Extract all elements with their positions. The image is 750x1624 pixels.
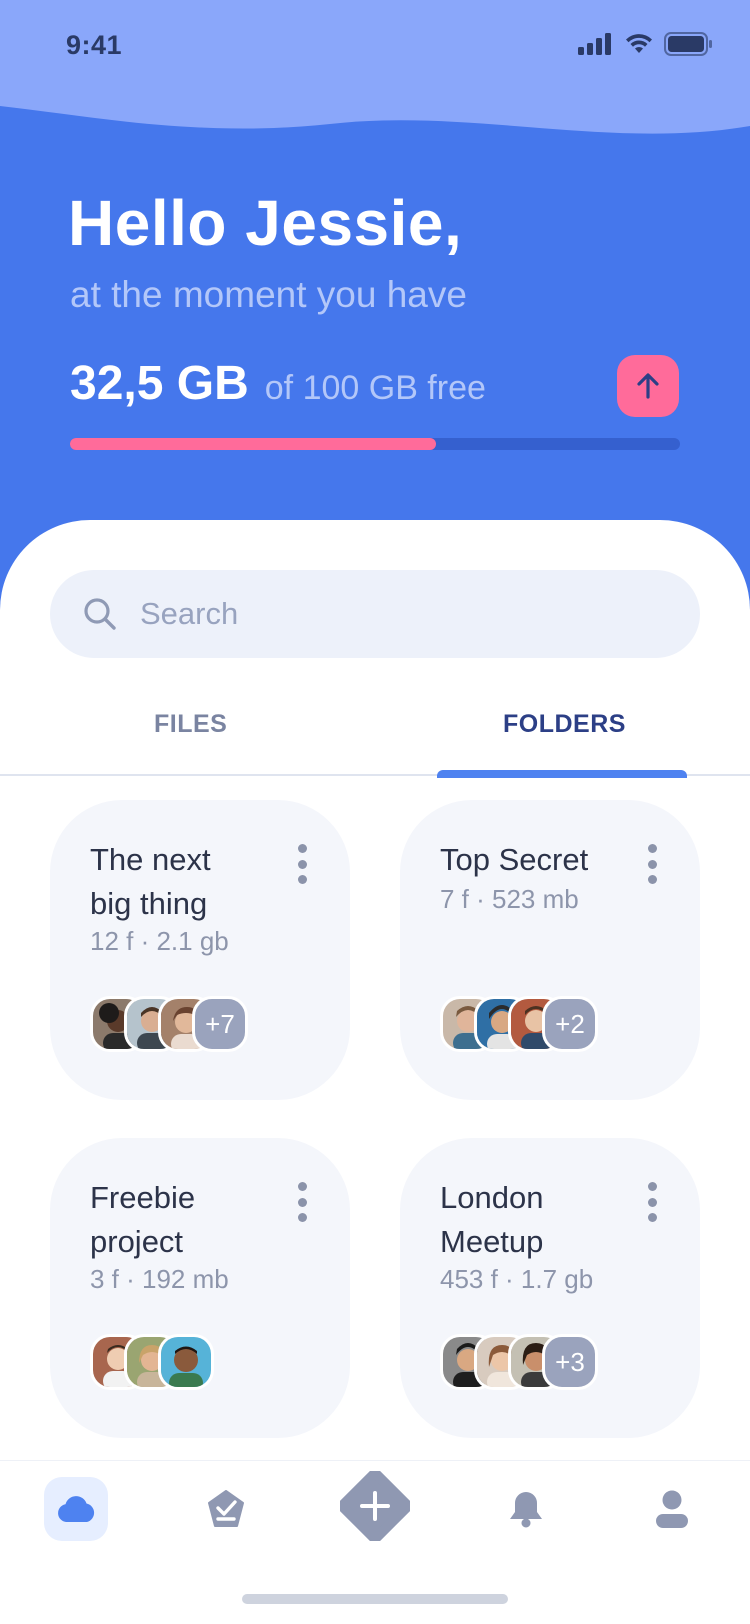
folder-card[interactable]: Freebie project 3 f · 192 mb — [50, 1138, 350, 1438]
screen: 9:41 Hello Jessie, at the moment you hav… — [0, 0, 750, 1624]
storage-progress-fill — [70, 438, 436, 450]
folder-title: Top Secret — [440, 838, 640, 882]
member-avatars: +3 — [440, 1334, 598, 1390]
status-time: 9:41 — [66, 30, 123, 60]
folder-card[interactable]: London Meetup 453 f · 1.7 gb +3 — [400, 1138, 700, 1438]
storage-used: 32,5 GB — [70, 357, 249, 410]
folder-title-line: big thing — [90, 886, 208, 921]
storage-progress-bar — [70, 438, 680, 450]
more-vertical-icon[interactable] — [296, 844, 308, 884]
more-members-badge: +3 — [542, 1334, 598, 1390]
greeting-title: Hello Jessie, — [68, 187, 463, 259]
folder-title-line: Top Secret — [440, 842, 589, 877]
content-sheet: Search FILES FOLDERS The next big thing … — [0, 520, 750, 1624]
folder-title: Freebie project — [90, 1176, 290, 1264]
search-input[interactable]: Search — [140, 596, 238, 632]
folder-title-line: Meetup — [440, 1224, 544, 1259]
arrow-up-icon — [637, 373, 659, 399]
nav-cloud[interactable] — [44, 1477, 108, 1541]
more-members-badge: +7 — [192, 996, 248, 1052]
folder-card[interactable]: Top Secret 7 f · 523 mb +2 — [400, 800, 700, 1100]
storage-summary: 32,5 GB of 100 GB free — [70, 356, 486, 411]
folder-title-line: project — [90, 1224, 184, 1259]
folder-title-line: Freebie — [90, 1180, 196, 1215]
bell-icon — [510, 1492, 542, 1528]
search-bar[interactable]: Search — [50, 570, 700, 658]
folder-meta: 7 f · 523 mb — [440, 884, 579, 914]
wifi-icon — [626, 34, 652, 53]
active-tab-indicator — [437, 770, 687, 778]
member-avatars: +7 — [90, 996, 248, 1052]
folder-card[interactable]: The next big thing 12 f · 2.1 gb +7 — [50, 800, 350, 1100]
nav-profile[interactable] — [640, 1477, 704, 1541]
cloud-icon — [58, 1496, 95, 1522]
storage-total: of 100 GB free — [264, 369, 486, 407]
plus-icon — [340, 1471, 410, 1541]
tab-files[interactable]: FILES — [154, 710, 227, 739]
folder-title: London Meetup — [440, 1176, 640, 1264]
tab-bar: FILES FOLDERS — [0, 690, 750, 778]
upload-button[interactable] — [617, 355, 679, 417]
user-icon — [656, 1490, 688, 1528]
member-avatars: +2 — [440, 996, 598, 1052]
battery-icon — [664, 32, 712, 56]
member-avatars — [90, 1334, 214, 1390]
more-vertical-icon[interactable] — [296, 1182, 308, 1222]
status-bar: 9:41 — [0, 0, 750, 96]
signal-icon — [578, 33, 611, 55]
more-vertical-icon[interactable] — [646, 844, 658, 884]
avatar — [158, 1334, 214, 1390]
greeting-subtitle: at the moment you have — [70, 274, 467, 315]
folder-meta: 453 f · 1.7 gb — [440, 1264, 594, 1294]
status-icons — [578, 32, 712, 56]
checklist-icon — [208, 1490, 244, 1527]
more-vertical-icon[interactable] — [646, 1182, 658, 1222]
folder-title: The next big thing — [90, 838, 290, 926]
home-indicator — [242, 1594, 508, 1604]
folder-title-line: London — [440, 1180, 544, 1215]
folder-meta: 3 f · 192 mb — [90, 1264, 229, 1294]
nav-add[interactable] — [340, 1471, 410, 1541]
folder-meta: 12 f · 2.1 gb — [90, 926, 229, 956]
more-members-badge: +2 — [542, 996, 598, 1052]
folder-title-line: The next — [90, 842, 211, 877]
nav-tasks[interactable] — [194, 1477, 258, 1541]
nav-notifications[interactable] — [494, 1477, 558, 1541]
search-icon — [80, 594, 120, 634]
tab-folders[interactable]: FOLDERS — [503, 710, 626, 739]
